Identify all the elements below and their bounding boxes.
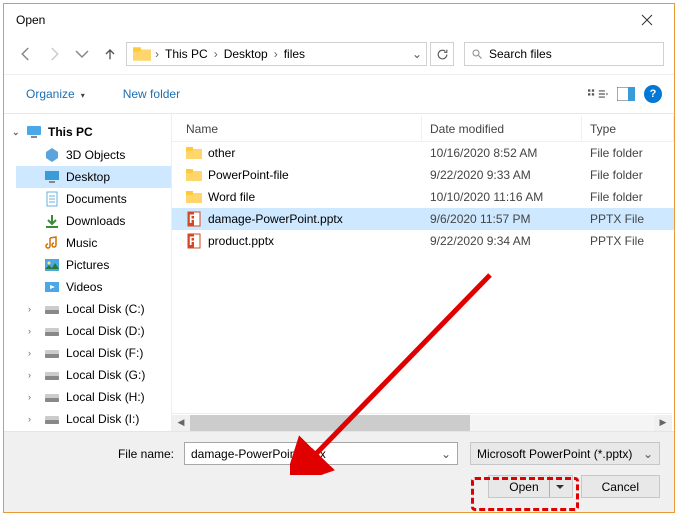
expand-icon[interactable]: ›	[28, 348, 31, 358]
new-folder-button[interactable]: New folder	[113, 85, 190, 103]
tree-item-disk-g[interactable]: ›Local Disk (G:)	[16, 364, 171, 386]
refresh-button[interactable]	[430, 42, 454, 66]
tree-thispc[interactable]: ⌄ This PC	[16, 120, 171, 144]
videos-icon	[44, 279, 60, 295]
forward-button[interactable]	[42, 42, 66, 66]
svg-text:P: P	[189, 234, 197, 248]
tree-item-disk-c[interactable]: ›Local Disk (C:)	[16, 298, 171, 320]
organize-menu[interactable]: Organize	[16, 85, 95, 103]
expand-icon[interactable]: ›	[28, 326, 31, 336]
back-button[interactable]	[14, 42, 38, 66]
pptx-icon: P	[186, 233, 202, 249]
open-dropdown[interactable]	[549, 476, 564, 497]
expand-icon[interactable]: ›	[28, 392, 31, 402]
breadcrumb[interactable]: › This PC › Desktop › files ⌄	[126, 42, 427, 66]
folder-icon	[186, 167, 202, 183]
tree-item-documents[interactable]: Documents	[16, 188, 171, 210]
downloads-icon	[44, 213, 60, 229]
filename-label: File name:	[18, 447, 178, 461]
tree-item-videos[interactable]: Videos	[16, 276, 171, 298]
tree-item-pictures[interactable]: Pictures	[16, 254, 171, 276]
help-button[interactable]: ?	[644, 85, 662, 103]
tree-item-3dobjects[interactable]: 3D Objects	[16, 144, 171, 166]
disk-icon	[44, 389, 60, 405]
list-item[interactable]: other10/16/2020 8:52 AMFile folder	[172, 142, 674, 164]
tree-item-music[interactable]: Music	[16, 232, 171, 254]
chevron-down-icon[interactable]: ⌄	[441, 447, 451, 461]
cancel-button[interactable]: Cancel	[581, 475, 660, 498]
list-item[interactable]: Pproduct.pptx9/22/2020 9:34 AMPPTX File	[172, 230, 674, 252]
open-button[interactable]: Open	[488, 475, 572, 498]
desktop-icon	[44, 169, 60, 185]
scroll-left-icon[interactable]: ◀	[172, 415, 190, 431]
column-date[interactable]: Date modified	[422, 116, 582, 141]
close-icon	[641, 14, 653, 26]
tree-item-disk-h[interactable]: ›Local Disk (H:)	[16, 386, 171, 408]
titlebar: Open	[4, 4, 674, 36]
svg-text:P: P	[189, 212, 197, 226]
expand-icon[interactable]: ⌄	[12, 127, 20, 138]
expand-icon[interactable]: ›	[28, 304, 31, 314]
view-options-button[interactable]	[588, 84, 608, 104]
close-button[interactable]	[624, 5, 670, 35]
folder-icon	[186, 189, 202, 205]
disk-icon	[44, 345, 60, 361]
documents-icon	[44, 191, 60, 207]
dialog-title: Open	[16, 13, 624, 27]
file-list: Name Date modified Type other10/16/2020 …	[172, 114, 674, 431]
navigation-tree[interactable]: ⌄ This PC 3D Objects Desktop Documents D…	[4, 114, 172, 431]
breadcrumb-files[interactable]: files	[280, 47, 309, 61]
column-headers: Name Date modified Type	[172, 116, 674, 142]
tree-item-disk-i[interactable]: ›Local Disk (I:)	[16, 408, 171, 430]
pc-icon	[26, 124, 42, 140]
chevron-down-icon[interactable]: ⌄	[643, 447, 653, 461]
bottom-panel: File name: damage-PowerPoint.pptx ⌄ Micr…	[4, 431, 674, 512]
address-bar: › This PC › Desktop › files ⌄ Search fil…	[4, 36, 674, 72]
folder-icon	[186, 145, 202, 161]
list-item[interactable]: Pdamage-PowerPoint.pptx9/6/2020 11:57 PM…	[172, 208, 674, 230]
disk-icon	[44, 367, 60, 383]
expand-icon[interactable]: ›	[28, 414, 31, 424]
tree-item-desktop[interactable]: Desktop	[16, 166, 171, 188]
recent-dropdown[interactable]	[70, 42, 94, 66]
breadcrumb-thispc[interactable]: This PC	[161, 47, 212, 61]
list-item[interactable]: Word file10/10/2020 11:16 AMFile folder	[172, 186, 674, 208]
disk-icon	[44, 323, 60, 339]
chevron-down-icon[interactable]: ⌄	[412, 47, 422, 61]
objects-icon	[44, 147, 60, 163]
expand-icon[interactable]: ›	[28, 370, 31, 380]
column-name[interactable]: Name	[172, 116, 422, 141]
music-icon	[44, 235, 60, 251]
breadcrumb-desktop[interactable]: Desktop	[220, 47, 272, 61]
search-input[interactable]: Search files	[464, 42, 664, 66]
tree-item-disk-d[interactable]: ›Local Disk (D:)	[16, 320, 171, 342]
column-type[interactable]: Type	[582, 116, 674, 141]
tree-item-disk-f[interactable]: ›Local Disk (F:)	[16, 342, 171, 364]
list-item[interactable]: PowerPoint-file9/22/2020 9:33 AMFile fol…	[172, 164, 674, 186]
pptx-icon: P	[186, 211, 202, 227]
file-type-filter[interactable]: Microsoft PowerPoint (*.pptx) ⌄	[470, 442, 660, 465]
disk-icon	[44, 301, 60, 317]
tree-item-downloads[interactable]: Downloads	[16, 210, 171, 232]
horizontal-scrollbar[interactable]: ◀ ▶	[172, 413, 672, 431]
search-icon	[471, 48, 483, 60]
pictures-icon	[44, 257, 60, 273]
body: ⌄ This PC 3D Objects Desktop Documents D…	[4, 114, 674, 431]
folder-icon	[133, 45, 151, 63]
preview-pane-button[interactable]	[616, 84, 636, 104]
open-dialog: Open › This PC › Desktop › files ⌄ Searc…	[3, 3, 675, 513]
disk-icon	[44, 411, 60, 427]
filename-input[interactable]: damage-PowerPoint.pptx ⌄	[184, 442, 458, 465]
scroll-right-icon[interactable]: ▶	[654, 415, 672, 431]
up-button[interactable]	[98, 42, 122, 66]
scroll-thumb[interactable]	[190, 415, 470, 431]
search-placeholder: Search files	[489, 47, 552, 61]
command-bar: Organize New folder ?	[4, 74, 674, 114]
